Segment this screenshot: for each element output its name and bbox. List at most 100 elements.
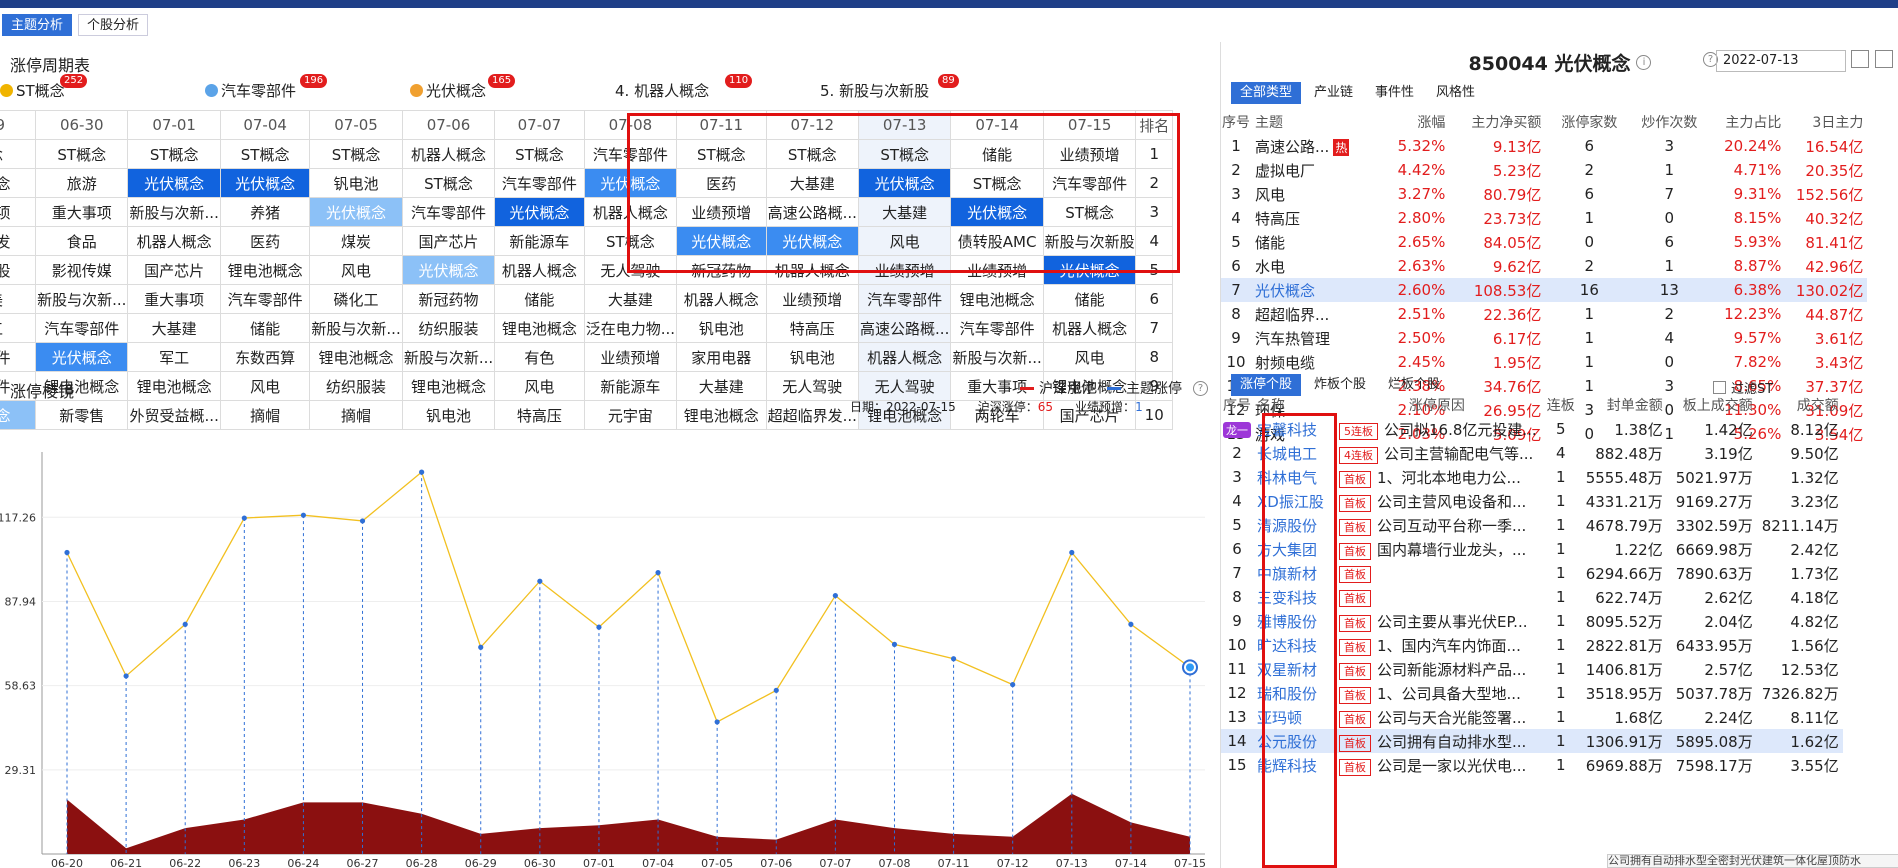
tab-event[interactable]: 事件性 <box>1366 82 1423 104</box>
stock-row[interactable]: 10 旷达科技 首板 1、国内汽车内饰面... 1 2822.81万 6433.95万 1.5… <box>1221 633 1843 657</box>
theme-cell[interactable]: 纺织服装 <box>401 313 496 343</box>
column-header[interactable]: 炒作次数 <box>1637 110 1705 134</box>
theme-cell[interactable]: 光伏概念 <box>127 168 221 198</box>
stock-name[interactable]: 亚玛顿 <box>1257 709 1302 727</box>
column-header[interactable]: 主力净买额 <box>1449 110 1545 134</box>
column-header[interactable]: 涨停家数 <box>1545 110 1637 134</box>
theme-cell[interactable]: 特高压 <box>765 313 859 343</box>
stock-row[interactable]: 14 公元股份 首板 公司拥有自动排水型... 1 1306.91万 5895.08万 1.6… <box>1221 729 1843 753</box>
theme-cell[interactable]: 养猪 <box>219 197 311 227</box>
concept-row[interactable]: 3 风电 3.27% 80.79亿 6 7 9.31% 152.56亿 <box>1221 182 1867 206</box>
stock-row[interactable]: 13 亚玛顿 首板 公司与天合光能签署... 1 1.68亿 2.24亿 8.11亿 <box>1221 705 1843 729</box>
theme-cell[interactable]: 风电 <box>1042 342 1137 372</box>
tab-theme-analysis[interactable]: 主题分析 <box>2 14 73 36</box>
date-header[interactable]: 29 <box>0 110 37 140</box>
stock-name[interactable]: 旷达科技 <box>1257 637 1317 655</box>
theme-cell[interactable]: 机器人概念 <box>127 226 221 256</box>
theme-cell[interactable]: 机器人概念 <box>1042 313 1137 343</box>
stock-row[interactable]: 12 瑞和股份 首板 1、公司具备大型地... 1 3518.95万 5037.78万 732… <box>1221 681 1843 705</box>
theme-cell[interactable]: 纺织服装 <box>309 371 403 401</box>
theme-cell[interactable]: 风电 <box>857 226 952 256</box>
theme-cell[interactable]: 机器人概念 <box>676 284 767 314</box>
concept-row[interactable]: 7 光伏概念 2.60% 108.53亿 16 13 6.38% 130.02亿 <box>1221 278 1868 302</box>
theme-cell[interactable]: 有色 <box>494 342 585 372</box>
theme-cell[interactable]: 光伏概念 <box>950 197 1044 227</box>
theme-cell[interactable]: 新能源车 <box>583 371 678 401</box>
theme-cell[interactable]: 光伏概念 <box>676 226 767 256</box>
column-header[interactable]: 涨停原因 <box>1337 393 1541 417</box>
theme-cell[interactable]: 工 <box>0 313 37 343</box>
theme-cell[interactable]: 光伏概念 <box>1042 255 1137 285</box>
stock-name[interactable]: 三变科技 <box>1257 589 1317 607</box>
theme-cell[interactable]: 汽车零部件 <box>1042 168 1137 198</box>
column-header[interactable]: 名称 <box>1257 393 1337 417</box>
theme-cell[interactable]: 新股与次新股 <box>1042 226 1137 256</box>
stock-row[interactable]: 6 方大集团 首板 国内幕墙行业龙头，... 1 1.22亿 6669.98万 2.42亿 <box>1221 537 1843 561</box>
top-theme-3[interactable]: 光伏概念 165 <box>410 74 516 101</box>
theme-cell[interactable]: 锂电池概念 <box>127 371 221 401</box>
theme-cell[interactable]: 大基建 <box>583 284 678 314</box>
theme-cell[interactable]: 概念 <box>0 168 37 198</box>
top-theme-2[interactable]: 汽车零部件 196 <box>205 74 328 101</box>
theme-cell[interactable]: 煤炭 <box>309 226 403 256</box>
stock-row[interactable]: 2 长城电工 4连板 公司主营输配电气等... 4 882.48万 3.19亿 9.50亿 <box>1221 441 1843 465</box>
stock-row[interactable]: 11 双星新材 首板 公司新能源材料产品... 1 1406.81万 2.57亿 12.53亿 <box>1221 657 1843 681</box>
theme-cell[interactable]: 锂电池概念 <box>401 371 496 401</box>
stock-name[interactable]: 雅博股份 <box>1257 613 1317 631</box>
theme-cell[interactable]: 机器人概念 <box>494 255 585 285</box>
theme-cell[interactable]: 医药 <box>219 226 311 256</box>
stock-row[interactable]: 龙一 宝馨科技 5连板 公司拟16.8亿元投建... 5 1.38亿 1.42亿 8.12亿 <box>1221 417 1843 441</box>
theme-cell[interactable]: 钒电池 <box>309 168 403 198</box>
stock-name[interactable]: 中旗新材 <box>1257 565 1317 583</box>
stock-row[interactable]: 15 能辉科技 首板 公司是一家以光伏电... 1 6969.88万 7598.17万 3.5… <box>1221 753 1843 777</box>
theme-cell[interactable]: 食品 <box>35 226 129 256</box>
concept-row[interactable]: 8 超超临界... 2.51% 22.36亿 1 2 12.23% 44.87亿 <box>1221 302 1867 326</box>
stock-row[interactable]: 9 雅博股份 首板 公司主要从事光伏EP... 1 8095.52万 2.04亿 4.82亿 <box>1221 609 1843 633</box>
stock-name[interactable]: 公元股份 <box>1257 733 1317 751</box>
copy-icon[interactable] <box>1875 50 1893 68</box>
theme-cell[interactable]: 国产芯片 <box>127 255 221 285</box>
theme-cell[interactable]: 光伏概念 <box>857 168 952 198</box>
theme-cell[interactable]: 部件 <box>0 342 37 372</box>
stock-name[interactable]: 清源股份 <box>1257 517 1317 535</box>
column-header[interactable]: 涨幅 <box>1353 110 1449 134</box>
info-icon[interactable]: ? <box>1193 380 1208 396</box>
theme-cell[interactable]: ST概念 <box>401 168 496 198</box>
theme-cell[interactable]: 家用电器 <box>676 342 767 372</box>
top-theme-1[interactable]: ST概念 252 <box>0 74 88 101</box>
theme-cell[interactable]: 光伏概念 <box>35 342 129 372</box>
theme-cell[interactable]: 锂电池概念 <box>950 284 1044 314</box>
date-header[interactable]: 07-08 <box>583 110 678 140</box>
column-header[interactable]: 成交额 <box>1757 393 1843 417</box>
date-header[interactable]: 07-07 <box>494 110 585 140</box>
theme-cell[interactable]: ST概念 <box>676 139 767 169</box>
theme-cell[interactable]: 汽车零部件 <box>401 197 496 227</box>
theme-cell[interactable]: 汽车零部件 <box>35 313 129 343</box>
stock-row[interactable]: 7 中旗新材 首板 1 6294.66万 7890.63万 1.73亿 <box>1221 561 1843 585</box>
theme-cell[interactable]: 机器人概念 <box>583 197 678 227</box>
stock-row[interactable]: 4 XD振江股 首板 公司主营风电设备和... 1 4331.21万 9169.27万 3.2… <box>1221 489 1843 513</box>
theme-cell[interactable]: 美 <box>0 284 37 314</box>
theme-cell[interactable]: 高速公路概... <box>765 197 859 227</box>
theme-cell[interactable]: ST概念 <box>583 226 678 256</box>
tab-style[interactable]: 风格性 <box>1427 82 1484 104</box>
calendar-icon[interactable] <box>1851 50 1869 68</box>
theme-cell[interactable]: 风电 <box>309 255 403 285</box>
column-header[interactable]: 3日主力 <box>1785 110 1867 134</box>
theme-cell[interactable]: 汽车零部件 <box>857 284 952 314</box>
theme-cell[interactable]: 事项 <box>0 197 37 227</box>
date-header[interactable]: 07-11 <box>676 110 767 140</box>
theme-cell[interactable]: 新股与次新... <box>401 342 496 372</box>
theme-cell[interactable]: 重大事项 <box>127 284 221 314</box>
theme-cell[interactable]: 高速公路概... <box>857 313 952 343</box>
top-theme-4[interactable]: 4. 机器人概念 110 <box>615 74 753 101</box>
column-header[interactable]: 序号 <box>1221 393 1257 417</box>
theme-cell[interactable]: 地股 <box>0 255 37 285</box>
date-header[interactable]: 07-12 <box>765 110 859 140</box>
date-header[interactable]: 07-15 <box>1042 110 1137 140</box>
concept-row[interactable]: 10 射频电缆 2.45% 1.95亿 1 0 7.82% 3.43亿 <box>1221 350 1867 374</box>
theme-cell[interactable]: 机器人概念 <box>401 139 496 169</box>
theme-cell[interactable]: 汽车零部件 <box>219 284 311 314</box>
legend-theme[interactable]: 主题涨停? <box>1107 378 1208 398</box>
theme-cell[interactable]: ST概念 <box>35 139 129 169</box>
